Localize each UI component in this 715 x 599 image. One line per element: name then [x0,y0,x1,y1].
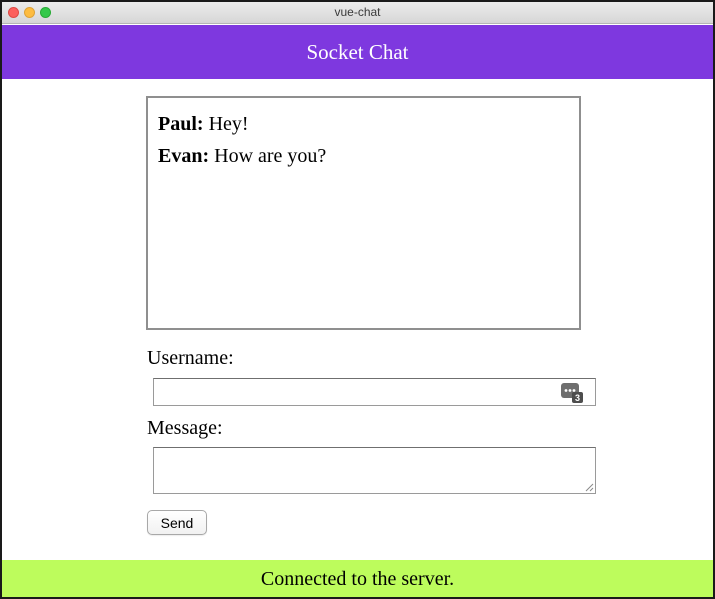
message-list: Paul: Hey! Evan: How are you? [146,96,581,330]
resize-grip-icon[interactable] [585,483,594,492]
message-item: Evan: How are you? [158,140,569,172]
username-input[interactable] [153,378,596,406]
send-button[interactable]: Send [147,510,207,535]
connection-status: Connected to the server. [2,560,713,597]
page-header: Socket Chat [2,25,713,79]
title-bar[interactable]: vue-chat [2,2,713,24]
window-title: vue-chat [334,5,381,19]
message-text: How are you? [214,145,327,167]
message-username: Evan: [158,145,210,167]
message-text: Hey! [208,113,249,135]
message-label: Message: [147,417,223,439]
message-item: Paul: Hey! [158,108,569,140]
app-window: vue-chat Socket Chat Paul: Hey! Evan: Ho… [0,0,715,599]
password-manager-icon[interactable]: 3 [561,383,583,403]
username-label: Username: [147,347,234,369]
password-manager-count: 3 [575,393,580,403]
message-username: Paul: [158,113,204,135]
message-textarea[interactable] [153,447,596,494]
